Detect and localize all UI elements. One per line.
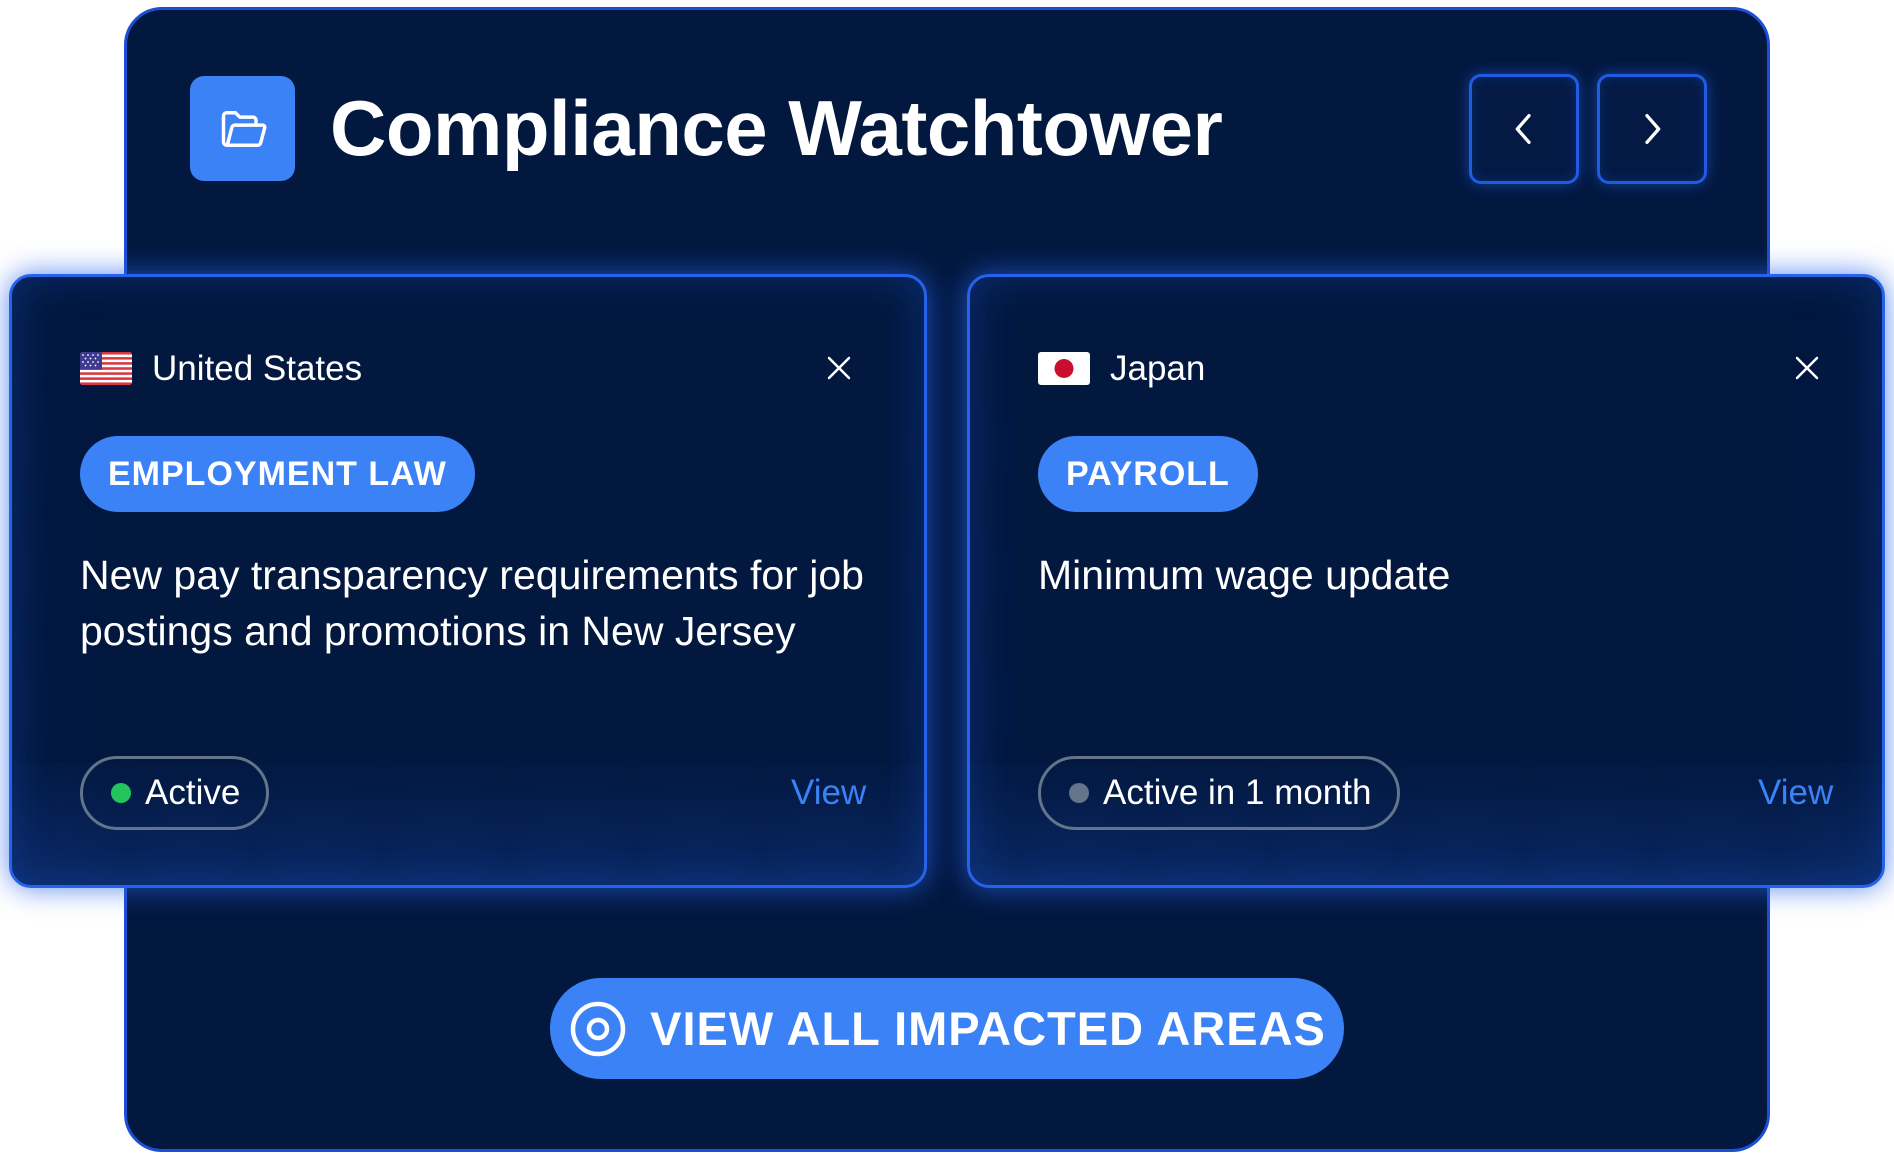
us-flag-icon [80,352,132,385]
compliance-card-united-states: United States EMPLOYMENT LAW New pay tra… [9,274,927,888]
close-button[interactable] [1788,349,1826,387]
view-all-impacted-areas-button[interactable]: VIEW ALL IMPACTED AREAS [550,978,1344,1079]
japan-flag-icon [1038,352,1090,385]
country-name: United States [152,349,363,388]
status-text: Active in 1 month [1103,773,1372,812]
view-link[interactable]: View [791,770,866,816]
cta-label: VIEW ALL IMPACTED AREAS [650,1002,1326,1055]
country-name: Japan [1110,349,1206,388]
card-description: New pay transparency requirements for jo… [80,552,864,654]
compliance-card-japan: Japan PAYROLL Minimum wage update Active… [967,274,1885,888]
close-icon [1795,356,1819,380]
status-dot [111,783,131,803]
previous-button[interactable] [1469,74,1579,184]
folder-icon [221,110,266,147]
next-button[interactable] [1597,74,1707,184]
page-title: Compliance Watchtower [330,84,1223,172]
status-dot [1069,783,1089,803]
chevron-right-icon [1645,114,1661,144]
eye-icon [570,1001,626,1056]
view-link[interactable]: View [1758,770,1833,816]
card-description: Minimum wage update [1038,552,1451,598]
status-badge: Active [80,756,270,830]
category-tag: PAYROLL [1038,436,1258,512]
close-button[interactable] [820,349,858,387]
status-badge: Active in 1 month [1038,756,1401,830]
category-tag: EMPLOYMENT LAW [80,436,475,512]
close-icon [827,356,851,380]
folder-icon-tile [190,76,295,181]
status-text: Active [145,773,241,812]
chevron-left-icon [1515,114,1531,144]
